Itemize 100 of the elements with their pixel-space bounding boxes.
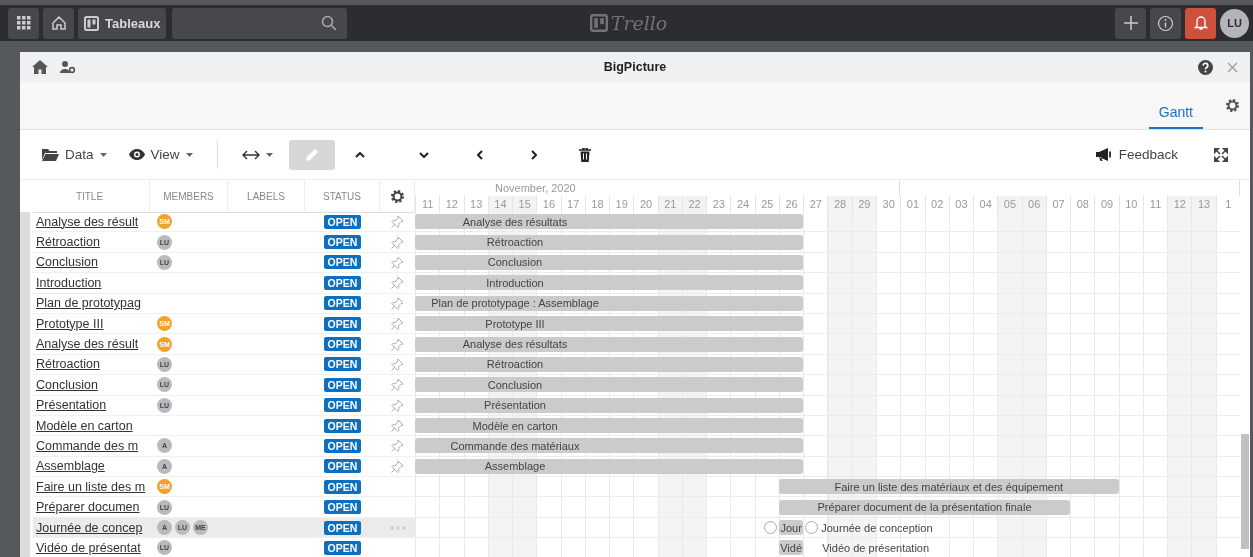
gantt-bar[interactable]: Assemblage (415, 458, 804, 474)
boards-button[interactable]: Tableaux (78, 7, 167, 39)
user-avatar[interactable]: LU (1220, 8, 1249, 38)
gantt-bar[interactable]: Préparer document de la présentation finale (778, 499, 1071, 515)
pin-icon[interactable] (391, 337, 404, 351)
gantt-bar[interactable]: Introduction (415, 275, 804, 291)
day-label: 05 (997, 196, 1022, 212)
close-icon[interactable] (1227, 61, 1238, 73)
card-title-link[interactable]: Commande des m (36, 439, 139, 453)
gantt-bar[interactable]: Rétroaction (415, 356, 804, 372)
card-title-link[interactable]: Préparer documen (36, 500, 140, 515)
pin-icon[interactable] (391, 255, 404, 269)
pin-icon[interactable] (391, 296, 404, 310)
chevron-up-icon (354, 151, 365, 158)
home-icon[interactable] (32, 60, 48, 74)
pin-icon[interactable] (391, 276, 404, 290)
pin-icon[interactable] (391, 215, 404, 229)
gantt-bar[interactable]: Vidé (778, 540, 804, 556)
card-title-link[interactable]: Vidéo de présentat (36, 540, 141, 555)
pin-icon[interactable] (391, 439, 404, 453)
caret-icon (185, 152, 193, 157)
view-menu[interactable]: View (122, 143, 199, 166)
card-title-link[interactable]: Plan de prototypag (36, 296, 141, 311)
gantt-bar[interactable]: Analyse des résultats (415, 336, 804, 352)
day-label: 15 (512, 196, 537, 212)
search-field[interactable] (172, 7, 348, 39)
status-badge: OPEN (323, 418, 362, 433)
pin-icon[interactable] (391, 419, 404, 433)
grid-icon (16, 16, 31, 30)
notifications-button[interactable] (1185, 7, 1216, 39)
status-badge: OPEN (323, 316, 362, 331)
help-icon[interactable] (1198, 59, 1213, 75)
card-title-link[interactable]: Assemblage (36, 459, 105, 474)
bar-label: Plan de prototypage : Assemblage (431, 297, 599, 310)
status-badge: OPEN (323, 214, 362, 229)
data-menu[interactable]: Data (36, 143, 113, 166)
plus-icon (1122, 15, 1139, 31)
card-title-link[interactable]: Introduction (36, 275, 102, 290)
column-header: TITLE (75, 190, 104, 202)
card-title-link[interactable]: Rétroaction (36, 235, 100, 250)
user-settings-icon[interactable] (60, 60, 76, 74)
home-icon (50, 15, 67, 31)
chevron-down-icon (418, 151, 429, 158)
gantt-bar[interactable]: Conclusion (415, 377, 804, 393)
add-button[interactable] (1115, 7, 1146, 39)
board-icon (84, 15, 99, 31)
pin-icon[interactable] (391, 357, 404, 371)
gantt-bar[interactable]: Conclusion (415, 254, 804, 270)
pin-icon[interactable] (391, 459, 404, 473)
status-badge: OPEN (323, 540, 362, 555)
bell-icon (1193, 15, 1208, 31)
card-title-link[interactable]: Prototype III (36, 316, 104, 331)
milestone-marker[interactable] (805, 521, 819, 535)
feedback-button[interactable]: Feedback (1089, 143, 1184, 166)
folder-icon (42, 148, 59, 161)
pin-icon[interactable] (391, 378, 404, 392)
settings-icon[interactable] (1225, 98, 1240, 113)
card-title-link[interactable]: Analyse des résult (36, 214, 139, 229)
more-icon[interactable] (389, 525, 406, 530)
gantt-bar[interactable]: Jour (778, 520, 804, 536)
info-button[interactable] (1150, 7, 1181, 39)
scrollbar-thumb[interactable] (1241, 434, 1249, 549)
status-badge: OPEN (323, 296, 362, 311)
milestone-marker[interactable] (763, 521, 777, 535)
card-title-link[interactable]: Conclusion (36, 255, 98, 270)
card-title-link[interactable]: Analyse des résult (36, 337, 139, 352)
card-title-link[interactable]: Présentation (36, 398, 107, 413)
gantt-bar[interactable]: Modèle en carton (415, 418, 804, 434)
apps-button[interactable] (8, 7, 39, 39)
pin-icon[interactable] (391, 235, 404, 249)
card-title-link[interactable]: Faire un liste des m (36, 479, 146, 494)
search-icon (321, 15, 338, 31)
expand-icon (1214, 147, 1228, 162)
bar-label: Journée de conception (821, 521, 933, 534)
gantt-bar[interactable]: Rétroaction (415, 234, 804, 250)
pin-icon[interactable] (391, 317, 404, 331)
column-header: MEMBERS (163, 190, 214, 202)
gantt-bar[interactable]: Analyse des résultats (415, 214, 804, 230)
settings-icon[interactable] (389, 188, 405, 204)
status-badge: OPEN (323, 377, 362, 392)
card-title-link[interactable]: Journée de concep (36, 520, 143, 535)
gantt-bar[interactable]: Présentation (415, 397, 804, 413)
logo-text: Trello (610, 12, 668, 34)
gantt-bar[interactable]: Faire un liste des matériaux et des équipement (778, 479, 1119, 495)
card-title-link[interactable]: Rétroaction (36, 357, 100, 372)
status-badge: OPEN (323, 520, 362, 535)
status-badge: OPEN (323, 255, 362, 270)
card-title-link[interactable]: Conclusion (36, 377, 98, 392)
bar-label: Conclusion (487, 256, 543, 269)
gantt-bar[interactable]: Plan de prototypage : Assemblage (415, 295, 804, 311)
pin-icon[interactable] (391, 398, 404, 412)
card-title-link[interactable]: Modèle en carton (36, 418, 133, 433)
bar-label: Analyse des résultats (462, 215, 568, 228)
gantt-bar[interactable]: Prototype III (415, 316, 804, 332)
gantt-bar[interactable]: Commande des matériaux (415, 438, 804, 454)
edit-button[interactable] (288, 139, 335, 170)
bar-label: Commande des matériaux (450, 440, 580, 452)
gantt-tab[interactable]: Gantt (1148, 82, 1203, 129)
home-button[interactable] (43, 7, 74, 39)
status-badge: OPEN (323, 275, 362, 290)
